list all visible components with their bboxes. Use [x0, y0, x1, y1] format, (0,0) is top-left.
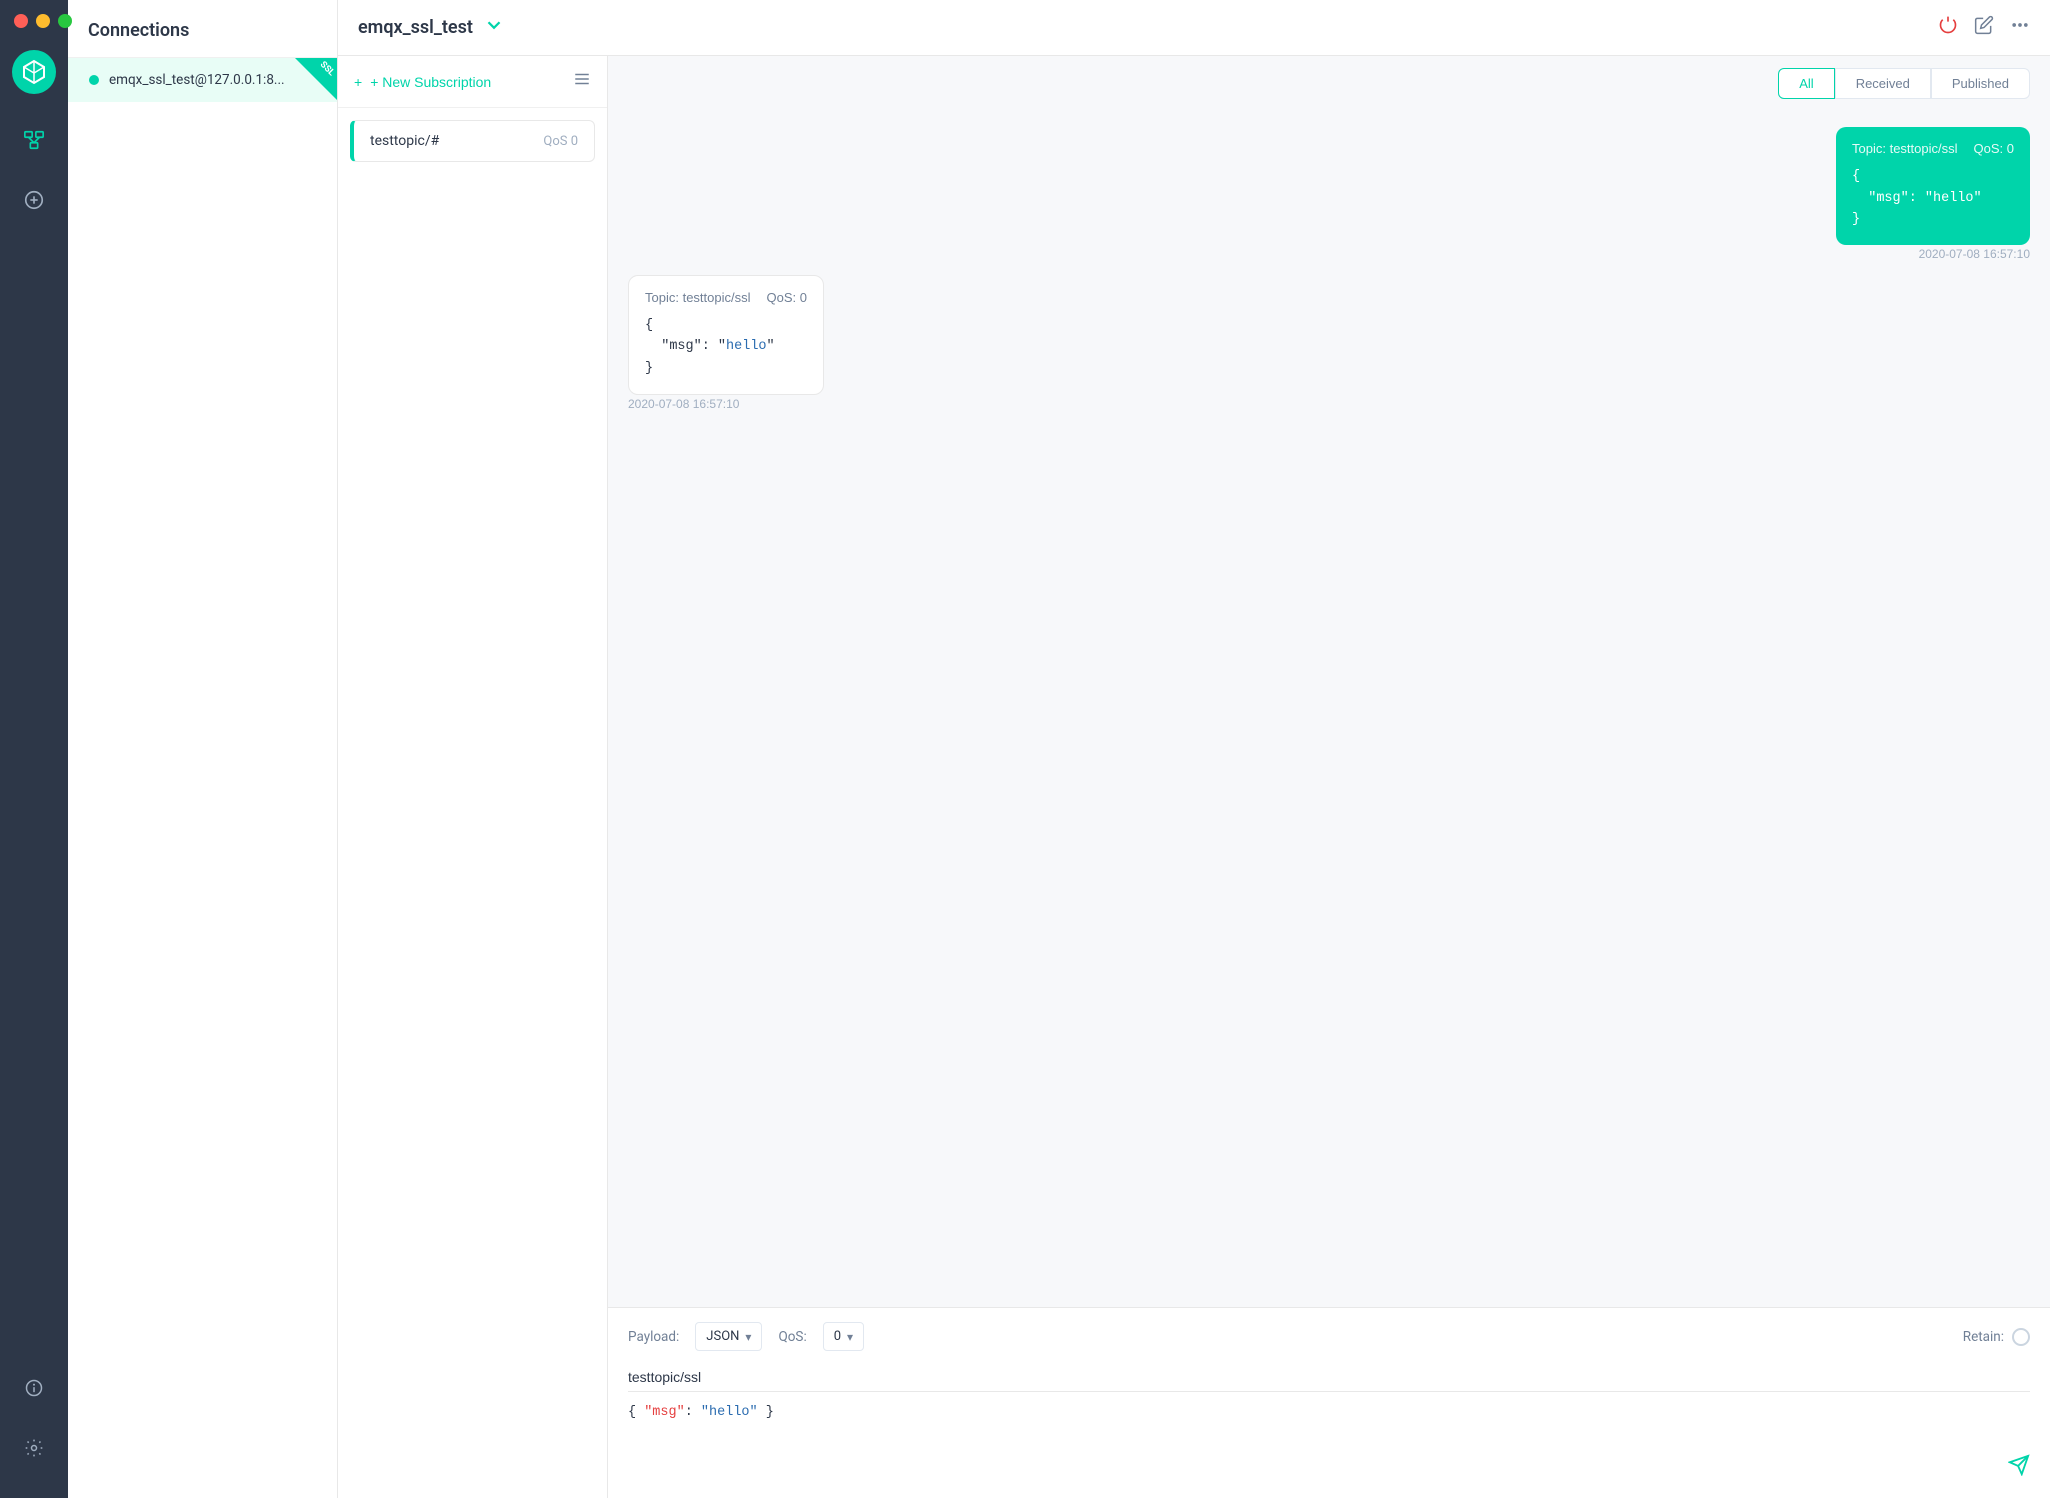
sidebar-item-settings[interactable] [12, 1426, 56, 1470]
published-topic-label: Topic: testtopic/ssl [1852, 141, 1958, 156]
published-timestamp: 2020-07-08 16:57:10 [1919, 247, 2030, 263]
subscription-qos: QoS 0 [543, 134, 578, 149]
connection-item[interactable]: emqx_ssl_test@127.0.0.1:8... SSL [68, 58, 337, 102]
sidebar-item-info[interactable] [12, 1366, 56, 1410]
subscription-list-icon[interactable] [573, 70, 591, 93]
payload-format-chevron: ▾ [745, 1330, 751, 1344]
connection-status-dot [89, 75, 99, 85]
filter-tab-all[interactable]: All [1778, 68, 1834, 99]
filter-tab-published[interactable]: Published [1931, 68, 2030, 99]
app-logo[interactable] [12, 50, 56, 94]
main-content: emqx_ssl_test [338, 0, 2050, 1498]
subscriptions-panel: + + New Subscription testtopic/# QoS 0 [338, 56, 608, 1498]
published-message-bubble: Topic: testtopic/ssl QoS: 0 { "msg": "he… [1836, 127, 2030, 245]
compose-key: "msg" [644, 1405, 685, 1420]
sidebar [0, 0, 68, 1498]
compose-controls: Payload: JSON ▾ QoS: 0 ▾ Retain: [628, 1322, 2030, 1351]
subscriptions-header: + + New Subscription [338, 56, 607, 108]
power-icon[interactable] [1938, 15, 1958, 40]
compose-body-area: { "msg": "hello" } [628, 1402, 2030, 1482]
published-bubble-body: { "msg": "hello" } [1852, 166, 2014, 231]
received-timestamp: 2020-07-08 16:57:10 [628, 397, 739, 413]
qos-select[interactable]: 0 ▾ [823, 1322, 864, 1351]
topbar-chevron-icon[interactable] [483, 14, 505, 41]
compose-value: "hello" [701, 1405, 758, 1420]
new-subscription-label: + New Subscription [370, 74, 491, 90]
new-subscription-button[interactable]: + + New Subscription [354, 74, 491, 90]
edit-icon[interactable] [1974, 15, 1994, 40]
topbar: emqx_ssl_test [338, 0, 2050, 56]
retain-label: Retain: [1963, 1329, 2004, 1345]
filter-tabs: All Received Published [608, 56, 2050, 111]
sidebar-add-connection[interactable] [12, 178, 56, 222]
send-button[interactable] [2008, 1454, 2030, 1482]
sidebar-bottom [12, 1366, 56, 1498]
received-topic-label: Topic: testtopic/ssl [645, 290, 751, 305]
sidebar-item-connections[interactable] [12, 118, 56, 162]
more-icon[interactable] [2010, 15, 2030, 40]
received-qos-label: QoS: 0 [767, 290, 807, 305]
messages-area: All Received Published Topic: testtopic/… [608, 56, 2050, 1498]
qos-label: QoS: [778, 1329, 806, 1345]
subscription-topic: testtopic/# [370, 133, 439, 149]
topic-input[interactable] [628, 1363, 2030, 1392]
filter-tab-received[interactable]: Received [1835, 68, 1931, 99]
payload-format-select[interactable]: JSON ▾ [695, 1322, 762, 1351]
retain-checkbox[interactable] [2012, 1328, 2030, 1346]
payload-format-value: JSON [706, 1329, 739, 1344]
qos-value: 0 [834, 1329, 841, 1344]
received-bubble-body: { "msg": "hello" } [645, 315, 807, 380]
compose-body-display: { "msg": "hello" } [628, 1402, 2030, 1425]
payload-label: Payload: [628, 1329, 679, 1345]
received-bubble-header: Topic: testtopic/ssl QoS: 0 [645, 290, 807, 305]
subscription-item[interactable]: testtopic/# QoS 0 [350, 120, 595, 162]
received-message-bubble: Topic: testtopic/ssl QoS: 0 { "msg": "he… [628, 275, 824, 395]
topbar-connection-name: emqx_ssl_test [358, 17, 473, 38]
maximize-button[interactable] [58, 14, 72, 28]
messages-list: Topic: testtopic/ssl QoS: 0 { "msg": "he… [608, 111, 2050, 1307]
content-area: + + New Subscription testtopic/# QoS 0 [338, 56, 2050, 1498]
compose-area: Payload: JSON ▾ QoS: 0 ▾ Retain: [608, 1307, 2050, 1498]
qos-chevron: ▾ [847, 1330, 853, 1344]
connections-panel: Connections emqx_ssl_test@127.0.0.1:8...… [68, 0, 338, 1498]
message-item-received: Topic: testtopic/ssl QoS: 0 { "msg": "he… [628, 275, 2030, 413]
published-bubble-header: Topic: testtopic/ssl QoS: 0 [1852, 141, 2014, 156]
close-button[interactable] [14, 14, 28, 28]
connection-name: emqx_ssl_test@127.0.0.1:8... [109, 72, 285, 88]
connections-title: Connections [68, 0, 337, 58]
published-qos-label: QoS: 0 [1974, 141, 2014, 156]
topbar-actions [1938, 15, 2030, 40]
message-item-published: Topic: testtopic/ssl QoS: 0 { "msg": "he… [628, 127, 2030, 263]
retain-control: Retain: [1963, 1328, 2030, 1346]
traffic-lights [14, 14, 72, 28]
minimize-button[interactable] [36, 14, 50, 28]
plus-icon: + [354, 74, 362, 90]
